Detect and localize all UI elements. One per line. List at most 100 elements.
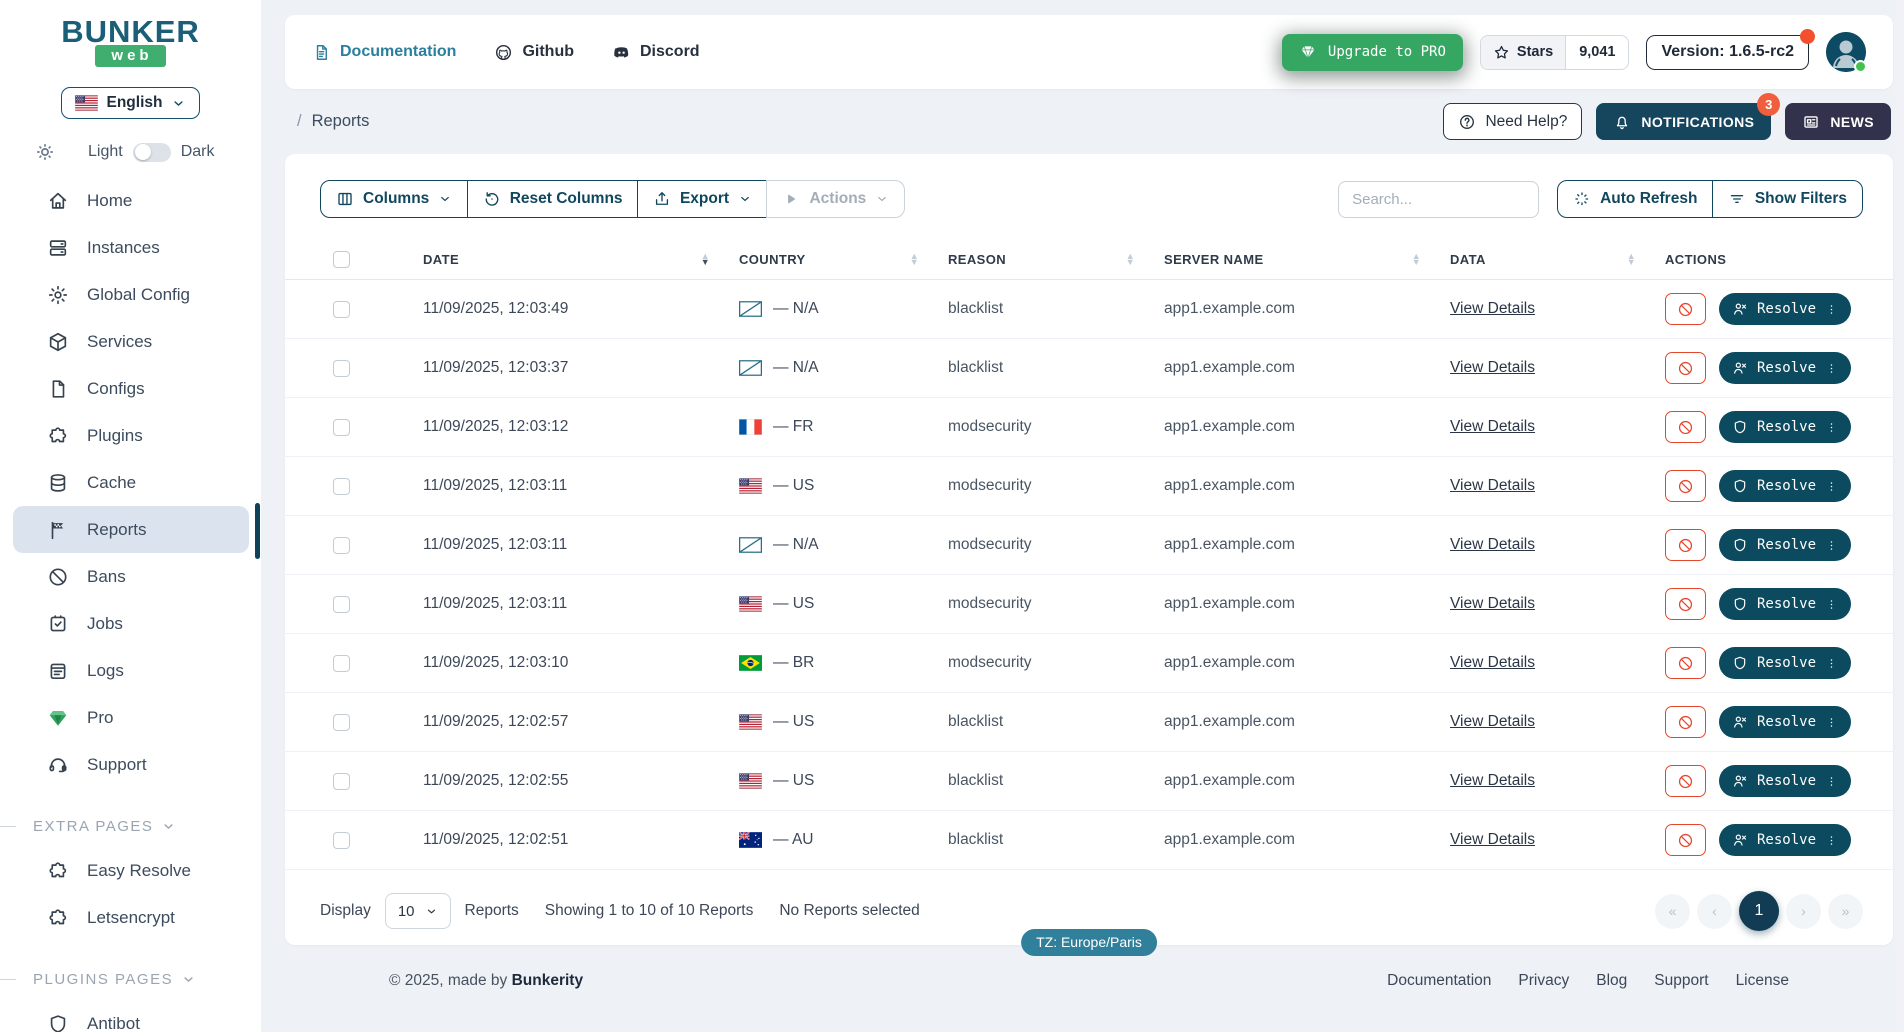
github-stars-widget[interactable]: Stars 9,041 — [1480, 35, 1630, 70]
resolve-button[interactable]: Resolve — [1719, 293, 1851, 325]
topbar-link-documentation[interactable]: Documentation — [312, 43, 456, 62]
sidebar-item-home[interactable]: Home — [13, 177, 249, 224]
view-details-link[interactable]: View Details — [1450, 536, 1535, 554]
resolve-button[interactable]: Resolve — [1719, 824, 1851, 856]
row-checkbox[interactable] — [333, 655, 350, 672]
sidebar-item-letsencrypt[interactable]: Letsencrypt — [13, 894, 249, 941]
pagination-next[interactable]: › — [1786, 894, 1821, 929]
kebab-menu-icon[interactable] — [1825, 656, 1838, 671]
sidebar-item-services[interactable]: Services — [13, 318, 249, 365]
footer-link-blog[interactable]: Blog — [1596, 972, 1627, 990]
pagination-last[interactable]: » — [1828, 894, 1863, 929]
sidebar-item-jobs[interactable]: Jobs — [13, 600, 249, 647]
sidebar-item-instances[interactable]: Instances — [13, 224, 249, 271]
view-details-link[interactable]: View Details — [1450, 831, 1535, 849]
view-details-link[interactable]: View Details — [1450, 359, 1535, 377]
language-selector[interactable]: English — [61, 87, 201, 119]
kebab-menu-icon[interactable] — [1825, 597, 1838, 612]
actions-button[interactable]: Actions — [766, 180, 905, 218]
view-details-link[interactable]: View Details — [1450, 477, 1535, 495]
sidebar-section-extra-pages[interactable]: EXTRA PAGES — [0, 818, 261, 835]
kebab-menu-icon[interactable] — [1825, 479, 1838, 494]
view-details-link[interactable]: View Details — [1450, 654, 1535, 672]
sidebar-item-configs[interactable]: Configs — [13, 365, 249, 412]
sidebar-item-easy-resolve[interactable]: Easy Resolve — [13, 847, 249, 894]
sidebar-item-plugins[interactable]: Plugins — [13, 412, 249, 459]
footer-link-privacy[interactable]: Privacy — [1518, 972, 1569, 990]
row-checkbox[interactable] — [333, 714, 350, 731]
show-filters-button[interactable]: Show Filters — [1712, 180, 1863, 218]
ban-button[interactable] — [1665, 411, 1706, 443]
sidebar-item-cache[interactable]: Cache — [13, 459, 249, 506]
resolve-button[interactable]: Resolve — [1719, 647, 1851, 679]
auto-refresh-button[interactable]: Auto Refresh — [1557, 180, 1713, 218]
sort-icon[interactable]: ▲▼ — [701, 254, 710, 265]
ban-button[interactable] — [1665, 706, 1706, 738]
kebab-menu-icon[interactable] — [1825, 302, 1838, 317]
row-checkbox[interactable] — [333, 773, 350, 790]
kebab-menu-icon[interactable] — [1825, 361, 1838, 376]
page-scrollbar[interactable] — [1895, 0, 1904, 1032]
resolve-button[interactable]: Resolve — [1719, 588, 1851, 620]
column-header-country[interactable]: COUNTRY▲▼ — [724, 252, 933, 267]
row-checkbox[interactable] — [333, 832, 350, 849]
column-header-server-name[interactable]: SERVER NAME▲▼ — [1149, 252, 1435, 267]
logo[interactable]: BUNKER web — [0, 0, 261, 67]
sidebar-item-pro[interactable]: Pro — [13, 694, 249, 741]
pagination-prev[interactable]: ‹ — [1697, 894, 1732, 929]
kebab-menu-icon[interactable] — [1825, 833, 1838, 848]
sort-icon[interactable]: ▲▼ — [1412, 254, 1421, 265]
ban-button[interactable] — [1665, 824, 1706, 856]
topbar-link-github[interactable]: Github — [494, 43, 574, 62]
row-checkbox[interactable] — [333, 596, 350, 613]
sidebar-item-bans[interactable]: Bans — [13, 553, 249, 600]
view-details-link[interactable]: View Details — [1450, 418, 1535, 436]
column-header-date[interactable]: DATE▲▼ — [408, 252, 724, 267]
ban-button[interactable] — [1665, 352, 1706, 384]
columns-button[interactable]: Columns — [320, 180, 468, 218]
search-input[interactable] — [1338, 181, 1539, 218]
row-checkbox[interactable] — [333, 419, 350, 436]
ban-button[interactable] — [1665, 470, 1706, 502]
sidebar-section-plugins-pages[interactable]: PLUGINS PAGES — [0, 971, 261, 988]
ban-button[interactable] — [1665, 293, 1706, 325]
sidebar-item-logs[interactable]: Logs — [13, 647, 249, 694]
ban-button[interactable] — [1665, 588, 1706, 620]
sort-icon[interactable]: ▲▼ — [1126, 254, 1135, 265]
view-details-link[interactable]: View Details — [1450, 713, 1535, 731]
view-details-link[interactable]: View Details — [1450, 595, 1535, 613]
select-all-checkbox[interactable] — [333, 251, 350, 268]
view-details-link[interactable]: View Details — [1450, 300, 1535, 318]
view-details-link[interactable]: View Details — [1450, 772, 1535, 790]
sort-icon[interactable]: ▲▼ — [910, 254, 919, 265]
bunkerity-link[interactable]: Bunkerity — [512, 972, 584, 989]
ban-button[interactable] — [1665, 765, 1706, 797]
notifications-button[interactable]: NOTIFICATIONS 3 — [1596, 103, 1771, 140]
resolve-button[interactable]: Resolve — [1719, 529, 1851, 561]
resolve-button[interactable]: Resolve — [1719, 706, 1851, 738]
theme-toggle[interactable] — [133, 143, 171, 162]
row-checkbox[interactable] — [333, 537, 350, 554]
column-header-data[interactable]: DATA▲▼ — [1435, 252, 1650, 267]
ban-button[interactable] — [1665, 647, 1706, 679]
row-checkbox[interactable] — [333, 301, 350, 318]
sidebar-item-support[interactable]: Support — [13, 741, 249, 788]
per-page-select[interactable]: 10 — [385, 893, 451, 929]
sidebar-scrollbar-thumb[interactable] — [255, 503, 260, 559]
need-help-button[interactable]: Need Help? — [1443, 103, 1582, 140]
footer-link-documentation[interactable]: Documentation — [1387, 972, 1491, 990]
pagination-page-1[interactable]: 1 — [1739, 891, 1779, 931]
kebab-menu-icon[interactable] — [1825, 774, 1838, 789]
footer-link-support[interactable]: Support — [1654, 972, 1708, 990]
sidebar-item-reports[interactable]: Reports — [13, 506, 249, 553]
export-button[interactable]: Export — [637, 180, 768, 218]
kebab-menu-icon[interactable] — [1825, 715, 1838, 730]
column-header-reason[interactable]: REASON▲▼ — [933, 252, 1149, 267]
topbar-link-discord[interactable]: Discord — [612, 43, 700, 62]
row-checkbox[interactable] — [333, 478, 350, 495]
resolve-button[interactable]: Resolve — [1719, 411, 1851, 443]
sidebar-item-antibot[interactable]: Antibot — [13, 1000, 249, 1032]
version-chip[interactable]: Version: 1.6.5-rc2 — [1646, 35, 1809, 70]
kebab-menu-icon[interactable] — [1825, 420, 1838, 435]
upgrade-to-pro-button[interactable]: Upgrade to PRO — [1282, 34, 1463, 71]
